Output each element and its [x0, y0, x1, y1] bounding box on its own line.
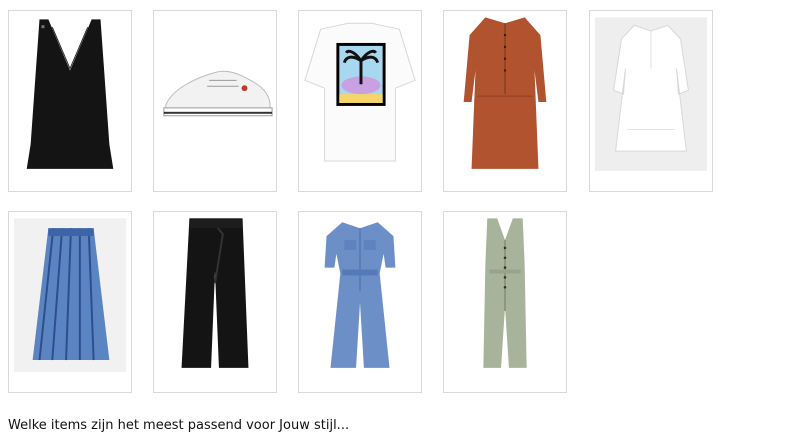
product-card-black-trousers[interactable] [153, 211, 277, 393]
black-top-image [9, 11, 131, 191]
product-card-striped-skirt[interactable] [8, 211, 132, 393]
black-trousers-image [154, 212, 276, 392]
striped-skirt-image [9, 212, 131, 392]
product-card-rust-dress[interactable] [443, 10, 567, 192]
white-sneaker-image [154, 11, 276, 191]
rust-dress-image [444, 11, 566, 191]
sage-jumpsuit-image [444, 212, 566, 392]
product-card-white-sneakers[interactable] [153, 10, 277, 192]
product-card-white-dress[interactable] [589, 10, 713, 192]
blue-jumpsuit-image [299, 212, 421, 392]
product-card-black-top[interactable] [8, 10, 132, 192]
product-card-graphic-tshirt[interactable] [298, 10, 422, 192]
product-card-sage-jumpsuit[interactable] [443, 211, 567, 393]
product-grid [0, 0, 800, 429]
question-text: Welke items zijn het meest passend voor … [8, 418, 350, 433]
graphic-tshirt-image [299, 11, 421, 191]
white-dress-image [590, 11, 712, 191]
product-card-blue-jumpsuit[interactable] [298, 211, 422, 393]
